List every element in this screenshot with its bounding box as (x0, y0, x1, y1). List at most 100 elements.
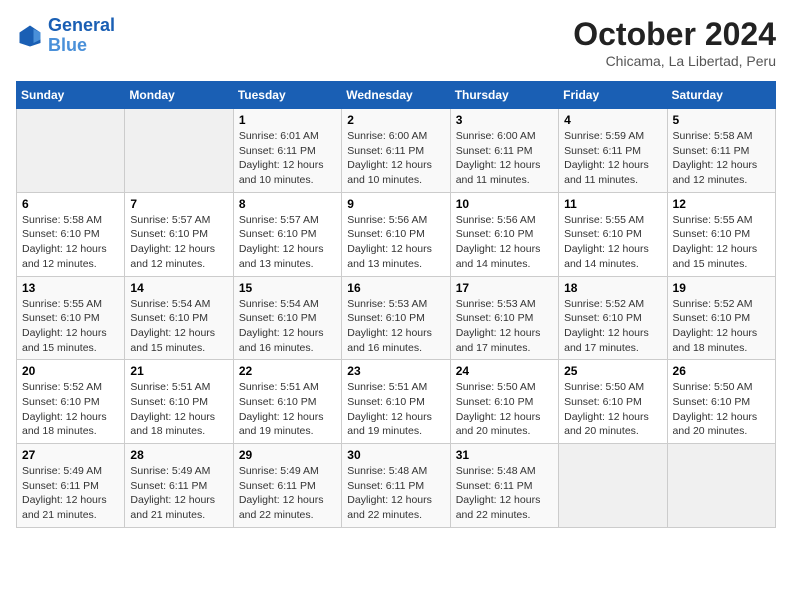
day-number: 13 (22, 281, 119, 295)
title-block: October 2024 Chicama, La Libertad, Peru (573, 16, 776, 69)
calendar-week-1: 1Sunrise: 6:01 AMSunset: 6:11 PMDaylight… (17, 109, 776, 193)
cell-details: Sunrise: 5:55 AMSunset: 6:10 PMDaylight:… (22, 297, 119, 356)
cell-details: Sunrise: 5:49 AMSunset: 6:11 PMDaylight:… (130, 464, 227, 523)
month-title: October 2024 (573, 16, 776, 53)
day-number: 3 (456, 113, 553, 127)
day-number: 18 (564, 281, 661, 295)
day-number: 23 (347, 364, 444, 378)
calendar-cell: 24Sunrise: 5:50 AMSunset: 6:10 PMDayligh… (450, 360, 558, 444)
calendar-cell: 9Sunrise: 5:56 AMSunset: 6:10 PMDaylight… (342, 192, 450, 276)
cell-details: Sunrise: 5:58 AMSunset: 6:10 PMDaylight:… (22, 213, 119, 272)
cell-details: Sunrise: 5:59 AMSunset: 6:11 PMDaylight:… (564, 129, 661, 188)
calendar-cell: 7 Sunrise: 5:57 AMSunset: 6:10 PMDaylight… (125, 192, 233, 276)
calendar-cell: 11Sunrise: 5:55 AMSunset: 6:10 PMDayligh… (559, 192, 667, 276)
calendar-cell: 23 Sunrise: 5:51 AMSunset: 6:10 PMDayligh… (342, 360, 450, 444)
calendar-cell: 13 Sunrise: 5:55 AMSunset: 6:10 PMDayligh… (17, 276, 125, 360)
calendar-week-2: 6 Sunrise: 5:58 AMSunset: 6:10 PMDaylight… (17, 192, 776, 276)
calendar-cell: 14 Sunrise: 5:54 AMSunset: 6:10 PMDayligh… (125, 276, 233, 360)
calendar-cell: 15 Sunrise: 5:54 AMSunset: 6:10 PMDayligh… (233, 276, 341, 360)
day-number: 1 (239, 113, 336, 127)
cell-details: Sunrise: 5:50 AMSunset: 6:10 PMDaylight:… (673, 380, 770, 439)
cell-details: Sunrise: 5:54 AMSunset: 6:10 PMDaylight:… (130, 297, 227, 356)
calendar-cell: 12Sunrise: 5:55 AMSunset: 6:10 PMDayligh… (667, 192, 775, 276)
header-cell-tuesday: Tuesday (233, 82, 341, 109)
calendar-cell (125, 109, 233, 193)
cell-details: Sunrise: 5:51 AMSunset: 6:10 PMDaylight:… (347, 380, 444, 439)
calendar-week-4: 20 Sunrise: 5:52 AMSunset: 6:10 PMDayligh… (17, 360, 776, 444)
day-number: 19 (673, 281, 770, 295)
cell-details: Sunrise: 5:49 AMSunset: 6:11 PMDaylight:… (22, 464, 119, 523)
calendar-cell: 17 Sunrise: 5:53 AMSunset: 6:10 PMDayligh… (450, 276, 558, 360)
day-number: 4 (564, 113, 661, 127)
cell-details: Sunrise: 5:49 AMSunset: 6:11 PMDaylight:… (239, 464, 336, 523)
calendar-table: SundayMondayTuesdayWednesdayThursdayFrid… (16, 81, 776, 528)
day-number: 17 (456, 281, 553, 295)
header-cell-monday: Monday (125, 82, 233, 109)
day-number: 21 (130, 364, 227, 378)
calendar-cell: 4 Sunrise: 5:59 AMSunset: 6:11 PMDaylight… (559, 109, 667, 193)
calendar-cell: 1Sunrise: 6:01 AMSunset: 6:11 PMDaylight… (233, 109, 341, 193)
day-number: 28 (130, 448, 227, 462)
calendar-cell: 26 Sunrise: 5:50 AMSunset: 6:10 PMDayligh… (667, 360, 775, 444)
calendar-body: 1Sunrise: 6:01 AMSunset: 6:11 PMDaylight… (17, 109, 776, 528)
calendar-week-5: 27 Sunrise: 5:49 AMSunset: 6:11 PMDayligh… (17, 444, 776, 528)
day-number: 27 (22, 448, 119, 462)
calendar-cell: 25 Sunrise: 5:50 AMSunset: 6:10 PMDayligh… (559, 360, 667, 444)
cell-details: Sunrise: 5:54 AMSunset: 6:10 PMDaylight:… (239, 297, 336, 356)
page-header: General Blue October 2024 Chicama, La Li… (16, 16, 776, 69)
day-number: 5 (673, 113, 770, 127)
cell-details: Sunrise: 5:52 AMSunset: 6:10 PMDaylight:… (564, 297, 661, 356)
day-number: 15 (239, 281, 336, 295)
cell-details: Sunrise: 5:48 AMSunset: 6:11 PMDaylight:… (347, 464, 444, 523)
cell-details: Sunrise: 5:55 AMSunset: 6:10 PMDaylight:… (564, 213, 661, 272)
calendar-cell: 19 Sunrise: 5:52 AMSunset: 6:10 PMDayligh… (667, 276, 775, 360)
day-number: 16 (347, 281, 444, 295)
cell-details: Sunrise: 5:50 AMSunset: 6:10 PMDaylight:… (564, 380, 661, 439)
cell-details: Sunrise: 5:52 AMSunset: 6:10 PMDaylight:… (673, 297, 770, 356)
day-number: 14 (130, 281, 227, 295)
calendar-cell: 20 Sunrise: 5:52 AMSunset: 6:10 PMDayligh… (17, 360, 125, 444)
calendar-cell: 2 Sunrise: 6:00 AMSunset: 6:11 PMDaylight… (342, 109, 450, 193)
calendar-header-row: SundayMondayTuesdayWednesdayThursdayFrid… (17, 82, 776, 109)
calendar-cell (559, 444, 667, 528)
cell-details: Sunrise: 5:57 AMSunset: 6:10 PMDaylight:… (239, 213, 336, 272)
header-cell-thursday: Thursday (450, 82, 558, 109)
day-number: 20 (22, 364, 119, 378)
calendar-cell: 10 Sunrise: 5:56 AMSunset: 6:10 PMDayligh… (450, 192, 558, 276)
cell-details: Sunrise: 5:58 AMSunset: 6:11 PMDaylight:… (673, 129, 770, 188)
calendar-cell: 16 Sunrise: 5:53 AMSunset: 6:10 PMDayligh… (342, 276, 450, 360)
calendar-cell: 22Sunrise: 5:51 AMSunset: 6:10 PMDayligh… (233, 360, 341, 444)
calendar-cell: 31Sunrise: 5:48 AMSunset: 6:11 PMDayligh… (450, 444, 558, 528)
cell-details: Sunrise: 5:53 AMSunset: 6:10 PMDaylight:… (347, 297, 444, 356)
cell-details: Sunrise: 5:51 AMSunset: 6:10 PMDaylight:… (130, 380, 227, 439)
cell-details: Sunrise: 5:53 AMSunset: 6:10 PMDaylight:… (456, 297, 553, 356)
day-number: 6 (22, 197, 119, 211)
cell-details: Sunrise: 5:55 AMSunset: 6:10 PMDaylight:… (673, 213, 770, 272)
day-number: 29 (239, 448, 336, 462)
day-number: 31 (456, 448, 553, 462)
cell-details: Sunrise: 5:57 AMSunset: 6:10 PMDaylight:… (130, 213, 227, 272)
calendar-cell: 6 Sunrise: 5:58 AMSunset: 6:10 PMDaylight… (17, 192, 125, 276)
calendar-cell: 21 Sunrise: 5:51 AMSunset: 6:10 PMDayligh… (125, 360, 233, 444)
calendar-cell: 18 Sunrise: 5:52 AMSunset: 6:10 PMDayligh… (559, 276, 667, 360)
day-number: 22 (239, 364, 336, 378)
day-number: 7 (130, 197, 227, 211)
logo: General Blue (16, 16, 115, 56)
calendar-cell (17, 109, 125, 193)
cell-details: Sunrise: 6:00 AMSunset: 6:11 PMDaylight:… (347, 129, 444, 188)
calendar-cell: 5 Sunrise: 5:58 AMSunset: 6:11 PMDaylight… (667, 109, 775, 193)
calendar-cell: 28 Sunrise: 5:49 AMSunset: 6:11 PMDayligh… (125, 444, 233, 528)
day-number: 10 (456, 197, 553, 211)
calendar-cell: 3 Sunrise: 6:00 AMSunset: 6:11 PMDaylight… (450, 109, 558, 193)
cell-details: Sunrise: 5:56 AMSunset: 6:10 PMDaylight:… (456, 213, 553, 272)
header-cell-saturday: Saturday (667, 82, 775, 109)
day-number: 30 (347, 448, 444, 462)
header-cell-friday: Friday (559, 82, 667, 109)
cell-details: Sunrise: 6:00 AMSunset: 6:11 PMDaylight:… (456, 129, 553, 188)
day-number: 26 (673, 364, 770, 378)
day-number: 25 (564, 364, 661, 378)
day-number: 8 (239, 197, 336, 211)
day-number: 2 (347, 113, 444, 127)
calendar-cell: 8 Sunrise: 5:57 AMSunset: 6:10 PMDaylight… (233, 192, 341, 276)
cell-details: Sunrise: 5:52 AMSunset: 6:10 PMDaylight:… (22, 380, 119, 439)
